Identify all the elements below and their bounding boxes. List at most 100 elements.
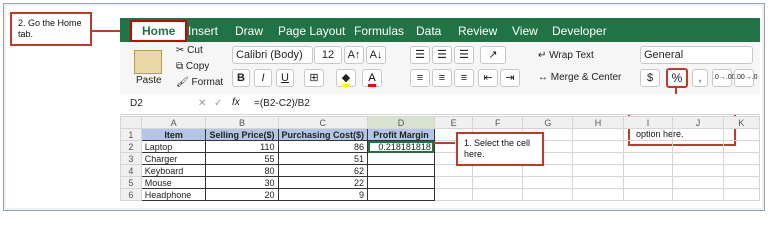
- cell-price[interactable]: 20: [205, 188, 279, 201]
- merge-center-button[interactable]: ↔ Merge & Center: [538, 72, 621, 84]
- cell-margin[interactable]: [367, 188, 435, 201]
- corner-cell[interactable]: [120, 116, 142, 129]
- column-header[interactable]: G: [522, 116, 574, 129]
- tab-insert[interactable]: Insert: [188, 21, 218, 42]
- tab-draw[interactable]: Draw: [235, 21, 263, 42]
- column-header[interactable]: C: [277, 116, 369, 129]
- empty-cell[interactable]: [672, 188, 724, 201]
- underline-button[interactable]: U: [276, 69, 294, 87]
- header-cell-price[interactable]: Selling Price($): [205, 128, 279, 141]
- font-name-select[interactable]: Calibri (Body): [232, 46, 313, 64]
- name-box[interactable]: D2: [130, 98, 170, 110]
- shrink-font-button[interactable]: A↓: [366, 46, 386, 64]
- align-middle-button[interactable]: ☰: [432, 46, 452, 64]
- number-format-select[interactable]: General: [640, 46, 753, 64]
- empty-cell[interactable]: [472, 188, 524, 201]
- header-cell-item[interactable]: Item: [140, 128, 207, 141]
- row-header[interactable]: 6: [120, 188, 142, 201]
- empty-cell[interactable]: [572, 128, 624, 141]
- copy-button[interactable]: ⧉ Copy: [176, 61, 209, 73]
- empty-cell[interactable]: [622, 164, 674, 177]
- column-header[interactable]: F: [472, 116, 524, 129]
- column-header[interactable]: K: [722, 116, 761, 129]
- empty-cell[interactable]: [572, 164, 624, 177]
- cell-item[interactable]: Headphone: [140, 188, 207, 201]
- empty-cell[interactable]: [672, 164, 724, 177]
- empty-cell[interactable]: [722, 128, 761, 141]
- column-header[interactable]: J: [672, 116, 724, 129]
- cell-item[interactable]: Mouse: [140, 176, 207, 189]
- percent-style-button[interactable]: %: [666, 68, 688, 88]
- tab-review[interactable]: Review: [458, 21, 497, 42]
- bold-button[interactable]: B: [232, 69, 250, 87]
- cell-cost[interactable]: 22: [277, 176, 369, 189]
- italic-button[interactable]: I: [254, 69, 272, 87]
- cancel-icon[interactable]: ✕: [198, 98, 206, 110]
- empty-cell[interactable]: [522, 188, 574, 201]
- empty-cell[interactable]: [622, 140, 674, 153]
- empty-cell[interactable]: [522, 164, 574, 177]
- empty-cell[interactable]: [722, 188, 761, 201]
- empty-cell[interactable]: [472, 164, 524, 177]
- confirm-icon[interactable]: ✓: [214, 98, 222, 110]
- empty-cell[interactable]: [622, 188, 674, 201]
- empty-cell[interactable]: [472, 176, 524, 189]
- cell-item[interactable]: Charger: [140, 152, 207, 165]
- cell-margin[interactable]: [367, 176, 435, 189]
- column-header[interactable]: H: [572, 116, 624, 129]
- formula-input[interactable]: =(B2-C2)/B2: [254, 98, 310, 110]
- cell-price[interactable]: 55: [205, 152, 279, 165]
- empty-cell[interactable]: [522, 176, 574, 189]
- column-header[interactable]: B: [205, 116, 279, 129]
- empty-cell[interactable]: [433, 176, 474, 189]
- cut-button[interactable]: ✂ Cut: [176, 45, 203, 57]
- empty-cell[interactable]: [572, 188, 624, 201]
- cell-item[interactable]: Laptop: [140, 140, 207, 153]
- empty-cell[interactable]: [722, 164, 761, 177]
- empty-cell[interactable]: [622, 128, 674, 141]
- cell-cost[interactable]: 9: [277, 188, 369, 201]
- orientation-button[interactable]: ↗: [480, 46, 506, 64]
- column-header[interactable]: D: [367, 116, 435, 129]
- font-size-select[interactable]: 12: [314, 46, 342, 64]
- column-header[interactable]: I: [622, 116, 674, 129]
- column-header[interactable]: A: [140, 116, 207, 129]
- decrease-indent-button[interactable]: ⇤: [478, 69, 498, 87]
- empty-cell[interactable]: [572, 152, 624, 165]
- row-header[interactable]: 3: [120, 152, 142, 165]
- comma-style-button[interactable]: ,: [692, 69, 708, 87]
- tab-view[interactable]: View: [512, 21, 538, 42]
- borders-button[interactable]: ⊞: [304, 69, 324, 87]
- cell-margin[interactable]: 0.218181818: [367, 140, 435, 153]
- empty-cell[interactable]: [433, 164, 474, 177]
- paste-icon[interactable]: [134, 50, 162, 74]
- row-header[interactable]: 5: [120, 176, 142, 189]
- cell-price[interactable]: 30: [205, 176, 279, 189]
- empty-cell[interactable]: [722, 176, 761, 189]
- decrease-decimal-button[interactable]: .00→.0: [734, 69, 758, 87]
- fill-color-button[interactable]: ◆: [336, 69, 356, 87]
- empty-cell[interactable]: [722, 140, 761, 153]
- empty-cell[interactable]: [672, 128, 724, 141]
- cell-price[interactable]: 110: [205, 140, 279, 153]
- grow-font-button[interactable]: A↑: [344, 46, 364, 64]
- empty-cell[interactable]: [672, 152, 724, 165]
- empty-cell[interactable]: [722, 152, 761, 165]
- tab-home[interactable]: Home: [130, 20, 188, 42]
- function-icon[interactable]: fx: [232, 97, 240, 109]
- empty-cell[interactable]: [672, 176, 724, 189]
- row-header[interactable]: 1: [120, 128, 142, 141]
- format-painter-button[interactable]: 🖌 Format: [176, 77, 223, 89]
- empty-cell[interactable]: [622, 176, 674, 189]
- cell-margin[interactable]: [367, 152, 435, 165]
- tab-developer[interactable]: Developer: [552, 21, 607, 42]
- align-top-button[interactable]: ☰: [410, 46, 430, 64]
- accounting-format-button[interactable]: $: [640, 69, 660, 87]
- cell-item[interactable]: Keyboard: [140, 164, 207, 177]
- cell-cost[interactable]: 51: [277, 152, 369, 165]
- empty-cell[interactable]: [433, 188, 474, 201]
- tab-formulas[interactable]: Formulas: [354, 21, 404, 42]
- font-color-button[interactable]: A: [362, 69, 382, 87]
- empty-cell[interactable]: [572, 140, 624, 153]
- increase-indent-button[interactable]: ⇥: [500, 69, 520, 87]
